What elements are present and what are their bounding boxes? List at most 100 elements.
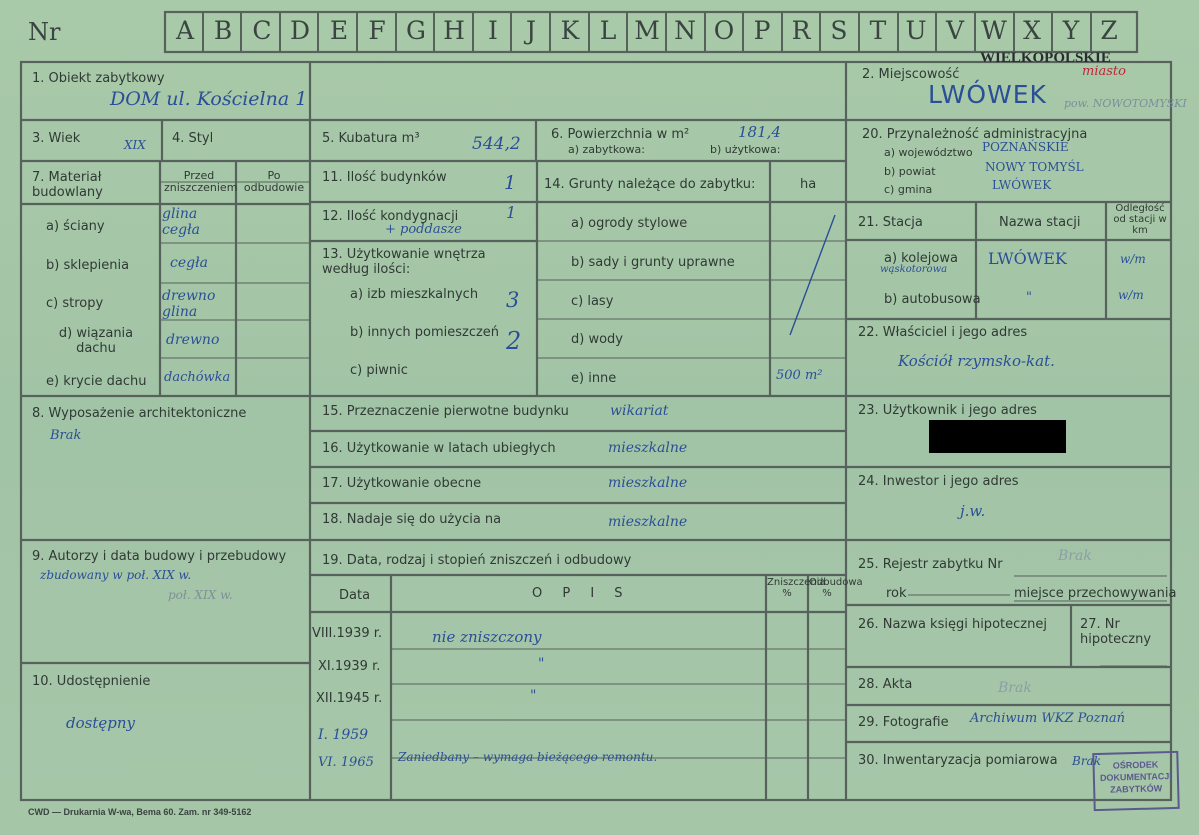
f30-label: 30. Inwentaryzacja pomiarowa (858, 753, 1058, 768)
f4-label: 4. Styl (172, 131, 214, 146)
f5-value: 544,2 (472, 134, 521, 154)
f13-a-label: a) izb mieszkalnych (350, 287, 479, 302)
f26-label: 26. Nazwa księgi hipotecznej (858, 617, 1047, 632)
stamp-line-3: ZABYTKÓW (1110, 783, 1163, 795)
f7-row-e-label: e) krycie dachu (46, 374, 147, 389)
f7-row-e-value: dachówka (164, 370, 231, 385)
letter-z: Z (1100, 16, 1118, 45)
f21-col-name: Nazwa stacji (999, 215, 1081, 230)
letter-b: B (213, 16, 233, 45)
f7-row-a-label: a) ściany (46, 219, 105, 234)
f1-label: 1. Obiekt zabytkowy (32, 71, 165, 86)
f20-c-label: c) gmina (884, 183, 933, 196)
letter-v: V (945, 16, 965, 45)
f7-row-c-label: c) stropy (46, 296, 104, 311)
f10-label: 10. Udostępnienie (32, 674, 151, 689)
f1-value: DOM ul. Kościelna 1 (110, 88, 308, 110)
letter-e: E (329, 16, 349, 45)
f28-value: Brak (998, 680, 1032, 696)
letter-h: H (443, 16, 465, 45)
f14-label: 14. Grunty należące do zabytku: (544, 177, 756, 192)
f19-row3-desc: " (530, 688, 537, 704)
f25-label: 25. Rejestr zabytku Nr (858, 557, 1003, 572)
f14-row-a: a) ogrody stylowe (571, 216, 688, 231)
f8-value: Brak (50, 428, 82, 443)
f20-b-value: NOWY TOMYŚL (985, 160, 1084, 174)
f7-col-before: Przed zniszczeniem (164, 169, 238, 194)
f21-b-value: " (1026, 290, 1032, 305)
f20-a-label: a) województwo (884, 146, 973, 159)
f29-label: 29. Fotografie (858, 715, 949, 730)
f3-value: XIX (124, 138, 146, 152)
letter-p: P (753, 16, 771, 45)
f19-row1-desc: nie zniszczony (432, 628, 542, 646)
f19-row5-date: VI. 1965 (318, 755, 374, 770)
f24-label: 24. Inwestor i jego adres (858, 474, 1019, 489)
f11-label: 11. Ilość budynków (322, 170, 447, 185)
f6-label: 6. Powierzchnia w m² (551, 127, 690, 142)
letter-w: W (981, 16, 1007, 45)
f20-b-label: b) powiat (884, 165, 936, 178)
f20-a-value: POZNAŃSKIE (982, 140, 1069, 154)
letter-o: O (713, 16, 735, 45)
f7-row-c-value: drewno glina (162, 288, 216, 320)
f6-sub-a: a) zabytkowa: (568, 143, 645, 156)
redaction-box (929, 420, 1066, 453)
f19-col-desc: O P I S (532, 586, 631, 601)
f10-value: dostępny (66, 714, 135, 732)
f7-col-after: Po odbudowie (243, 169, 305, 194)
f6-sub-b: b) użytkowa: (710, 143, 781, 156)
f17-label: 17. Użytkowanie obecne (322, 476, 482, 491)
letter-c: C (252, 16, 272, 45)
f28-label: 28. Akta (858, 677, 913, 692)
f21-a-value: LWÓWEK (988, 249, 1067, 268)
letter-a: A (175, 16, 195, 45)
letter-y: Y (1062, 16, 1080, 45)
f18-label: 18. Nadaje się do użycia na (322, 512, 502, 527)
letter-f: F (368, 16, 386, 45)
region-note: miasto (1082, 64, 1126, 79)
f7-row-d-value: drewno (166, 332, 220, 348)
f21-label: 21. Stacja (858, 215, 923, 230)
f19-row3-date: XII.1945 r. (316, 691, 383, 706)
nr-label: Nr (28, 18, 61, 46)
f5-label: 5. Kubatura m³ (322, 131, 420, 146)
letter-g: G (406, 16, 426, 45)
f21-a-dist: w/m (1120, 252, 1146, 266)
letter-j: J (525, 16, 537, 45)
letter-m: M (634, 16, 660, 45)
f21-b-label: b) autobusowa (884, 292, 981, 307)
f19-row2-desc: " (538, 656, 545, 672)
f17-value: mieszkalne (608, 475, 688, 491)
stamp-line-2: DOKUMENTACJI (1099, 771, 1172, 783)
f9-pencil: poł. XIX w. (168, 588, 233, 602)
letter-l: L (599, 16, 617, 45)
f6-value: 181,4 (738, 123, 781, 141)
f22-value: Kościół rzymsko-kat. (898, 352, 1055, 370)
f13-c-label: c) piwnic (350, 363, 408, 378)
f19-row2-date: XI.1939 r. (318, 659, 381, 674)
f14-unit: ha (800, 177, 817, 192)
f7-label: 7. Materiał budowlany (32, 170, 103, 200)
f22-label: 22. Właściciel i jego adres (858, 325, 1028, 340)
f20-c-value: LWÓWEK (992, 178, 1052, 192)
letter-u: U (905, 16, 927, 45)
f2-value: LWÓWEK (928, 80, 1047, 109)
f11-value: 1 (504, 172, 517, 194)
f7-row-b-value: cegła (170, 255, 208, 271)
f15-label: 15. Przeznaczenie pierwotne budynku (322, 404, 569, 419)
record-card: Nr A B C D E F G H I J K L M N O P R S T… (0, 0, 1199, 835)
f19-row5-desc: Zaniedbany – wymaga bieżącego remontu. (398, 750, 658, 764)
f14-row-c: c) lasy (571, 294, 614, 309)
f16-label: 16. Użytkowanie w latach ubiegłych (322, 441, 556, 456)
letter-x: X (1023, 16, 1041, 45)
f14-row-b: b) sady i grunty uprawne (571, 255, 735, 270)
printer-note: CWD — Drukarnia W-wa, Bema 60. Zam. nr 3… (28, 807, 252, 817)
f13-label: 13. Użytkowanie wnętrza według ilości: (322, 247, 486, 277)
f14-row-e: e) inne (571, 371, 617, 386)
f13-a-value: 3 (506, 288, 520, 312)
f15-value: wikariat (610, 403, 669, 419)
f7-row-d-label: d) wiązania dachu (58, 326, 134, 356)
f7-row-a-value: glina cegła (162, 206, 200, 238)
f19-row1-date: VIII.1939 r. (312, 626, 383, 641)
